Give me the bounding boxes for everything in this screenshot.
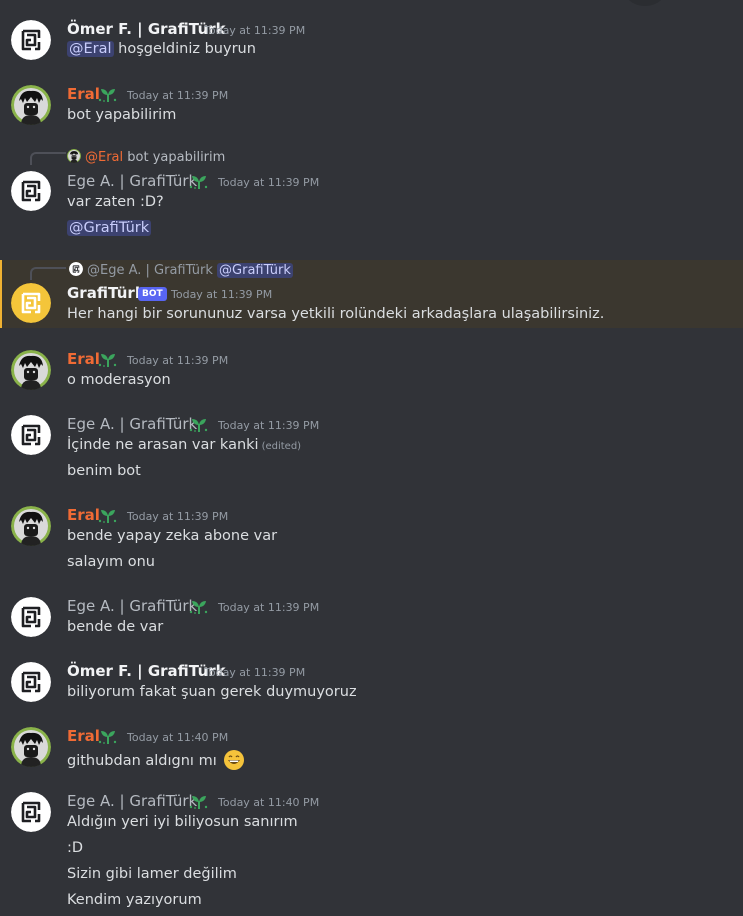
timestamp: Today at 11:39 PM [204,24,306,37]
eral-avatar[interactable] [11,506,51,546]
grafiturk-logo-icon-small [69,262,83,276]
message-text: githubdan aldıgnı mı [67,749,245,771]
message: Ege A. | GrafiTürk Today at 11:40 PM Ald… [0,782,743,916]
message-text: bot yapabilirim [67,107,177,123]
grafiturk-logo-icon[interactable] [11,662,51,702]
reply-preview[interactable]: @Eral bot yapabilirim [67,149,225,165]
author-name[interactable]: Eral [67,727,100,745]
author-name[interactable]: Ömer F. | GrafiTürk [67,662,226,680]
reply-spine [30,152,66,165]
timestamp: Today at 11:40 PM [127,731,229,744]
author-name[interactable]: Ege A. | GrafiTürk [67,172,197,190]
eral-avatar[interactable] [11,85,51,125]
timestamp: Today at 11:39 PM [127,89,229,102]
message-text: :D [67,840,84,856]
message-text: İçinde ne arasan var kanki (edited) [67,437,302,453]
sprout-icon [189,597,209,615]
message: Ege A. | GrafiTürk Today at 11:39 PM ben… [0,587,743,647]
timestamp: Today at 11:39 PM [127,354,229,367]
timestamp: Today at 11:39 PM [127,510,229,523]
timestamp: Today at 11:40 PM [218,796,320,809]
reply-spine [30,267,66,280]
timestamp: Today at 11:39 PM [218,176,320,189]
message-text: bende de var [67,619,164,635]
edited-label: (edited) [261,441,302,452]
sprout-icon [189,415,209,433]
eral-avatar-small [67,149,81,163]
message-text: biliyorum fakat şuan gerek duymuyoruz [67,684,357,700]
message-text: Her hangi bir sorununuz varsa yetkili ro… [67,306,605,322]
author-name[interactable]: Eral [67,506,100,524]
message: Ömer F. | GrafiTürk Today at 11:39 PM bi… [0,652,743,712]
author-name[interactable]: Ege A. | GrafiTürk [67,415,197,433]
message-text: benim bot [67,463,141,479]
author-name[interactable]: Eral [67,85,100,103]
message-text: Sizin gibi lamer değilim [67,866,237,882]
sprout-icon [98,350,118,368]
message: Eral Today at 11:39 PM bot yapabilirim [0,75,743,135]
sprout-icon [189,172,209,190]
message: Eral Today at 11:40 PM githubdan aldıgnı… [0,717,743,779]
sprout-icon [98,727,118,745]
grafiturk-bot-logo-icon[interactable] [11,283,51,323]
message-highlighted: @Ege A. | GrafiTürk @GrafiTürk GrafiTürk… [0,260,743,328]
role-mention[interactable]: @GrafiTürk [67,220,152,236]
author-name[interactable]: Ömer F. | GrafiTürk [67,20,226,38]
eral-avatar[interactable] [11,350,51,390]
message-text: Aldığın yeri iyi biliyosun sanırım [67,814,298,830]
grafiturk-logo-icon[interactable] [11,597,51,637]
sprout-icon [98,506,118,524]
grafiturk-logo-icon[interactable] [11,171,51,211]
message-text: bende yapay zeka abone var [67,528,278,544]
message: Eral Today at 11:39 PM bende yapay zeka … [0,496,743,581]
bot-badge: BOT [138,287,167,301]
scroll-indicator[interactable] [620,0,670,6]
grafiturk-logo-icon[interactable] [11,20,51,60]
message-text: var zaten :D? [67,194,164,210]
author-name[interactable]: Ege A. | GrafiTürk [67,792,197,810]
timestamp: Today at 11:39 PM [204,666,306,679]
message-text: salayım onu [67,554,155,570]
sprout-icon [98,85,118,103]
timestamp: Today at 11:39 PM [171,288,273,301]
message-text: @GrafiTürk [67,220,152,236]
message: @Eral bot yapabilirim Ege A. | GrafiTürk… [0,140,743,245]
message-text: @Eral hoşgeldiniz buyrun [67,41,256,57]
timestamp: Today at 11:39 PM [218,419,320,432]
grafiturk-logo-icon[interactable] [11,415,51,455]
grinning-face-emoji [224,750,245,770]
author-name[interactable]: GrafiTürk [67,284,145,302]
message: Ömer F. | GrafiTürk Today at 11:39 PM @E… [0,8,743,68]
chat-messages: Ömer F. | GrafiTürk Today at 11:39 PM @E… [0,0,743,916]
user-mention[interactable]: @Eral [67,41,114,57]
message: Ege A. | GrafiTürk Today at 11:39 PM İçi… [0,405,743,490]
author-name[interactable]: Ege A. | GrafiTürk [67,597,197,615]
message-text: o moderasyon [67,372,171,388]
sprout-icon [189,792,209,810]
timestamp: Today at 11:39 PM [218,601,320,614]
reply-preview[interactable]: @Ege A. | GrafiTürk @GrafiTürk [69,262,293,278]
eral-avatar[interactable] [11,727,51,767]
message: Eral Today at 11:39 PM o moderasyon [0,340,743,400]
author-name[interactable]: Eral [67,350,100,368]
message-text: Kendim yazıyorum [67,892,202,908]
grafiturk-logo-icon[interactable] [11,792,51,832]
